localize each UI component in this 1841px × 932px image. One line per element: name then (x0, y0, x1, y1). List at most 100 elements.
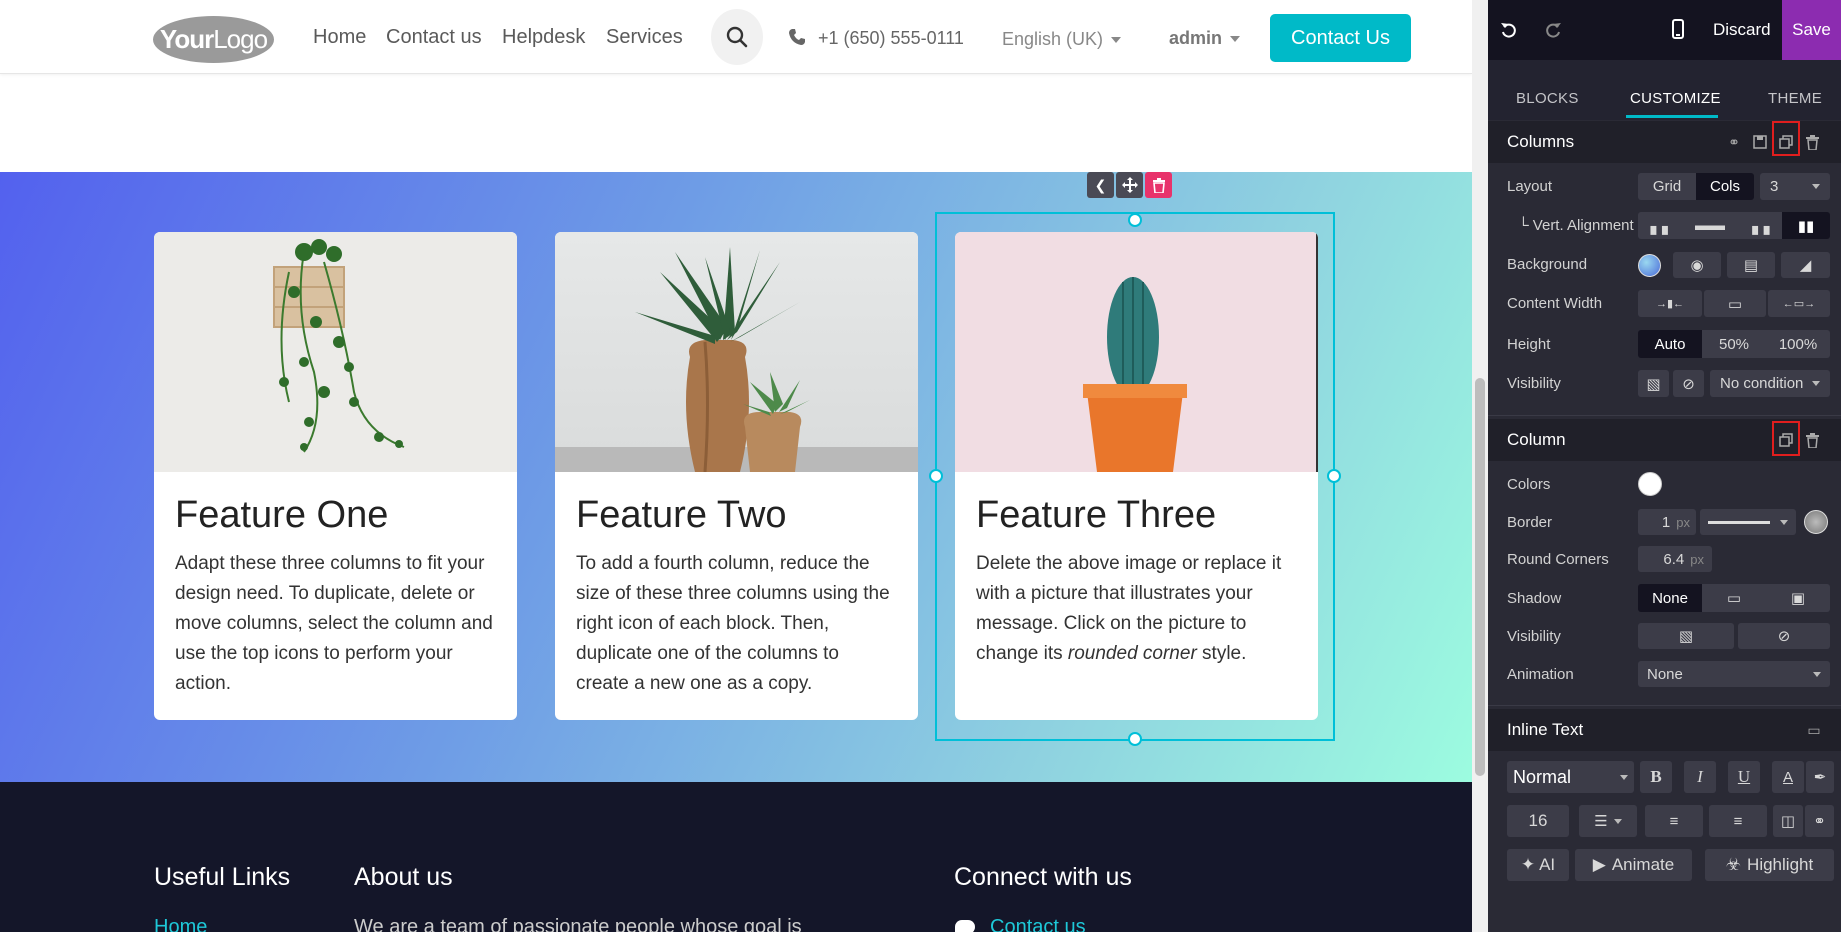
cols-count-select[interactable]: 3 (1760, 173, 1830, 200)
move-left-button[interactable]: ❮ (1087, 172, 1114, 198)
feature-card-two[interactable]: Feature Two To add a fourth column, redu… (555, 232, 918, 720)
drag-move-button[interactable] (1116, 172, 1143, 198)
round-corners-input[interactable]: 6.4 px (1638, 546, 1712, 572)
background-color-swatch[interactable] (1638, 254, 1661, 277)
discard-button[interactable]: Discard (1713, 20, 1771, 40)
font-color-button[interactable]: A (1772, 761, 1804, 793)
preview-scrollbar[interactable] (1472, 0, 1488, 932)
feature-image-plants[interactable] (555, 232, 918, 472)
border-style-select[interactable] (1700, 509, 1796, 535)
border-width-input[interactable]: 1 px (1638, 509, 1696, 535)
nav-services[interactable]: Services (606, 26, 683, 49)
width-small-button[interactable]: →▮← (1638, 290, 1702, 317)
save-button[interactable]: Save (1782, 0, 1841, 60)
delete-column-button[interactable] (1145, 172, 1172, 198)
hide-desktop-button[interactable]: ▧ (1638, 370, 1669, 397)
mobile-preview-icon[interactable] (1672, 19, 1684, 39)
tab-customize[interactable]: CUSTOMIZE (1630, 90, 1721, 107)
numbered-list-button[interactable]: ≡ (1709, 805, 1767, 837)
link-icon[interactable]: ⚭ (1724, 132, 1744, 152)
tab-blocks[interactable]: BLOCKS (1516, 90, 1579, 107)
resize-handle-top[interactable] (1128, 213, 1142, 227)
visibility-condition-select[interactable]: No condition (1710, 370, 1830, 397)
align-top-button[interactable]: ▖▖ (1638, 212, 1686, 239)
search-button[interactable] (711, 9, 763, 65)
animation-select[interactable]: None (1638, 661, 1830, 687)
phone-number[interactable]: +1 (650) 555-0111 (818, 28, 964, 49)
animate-button[interactable]: ▶ Animate (1575, 849, 1692, 881)
trash-icon[interactable] (1802, 132, 1822, 152)
feature-two-title[interactable]: Feature Two (576, 494, 897, 537)
insert-image-button[interactable]: ◫ (1773, 805, 1803, 837)
trash-icon[interactable] (1802, 430, 1822, 450)
nav-helpdesk[interactable]: Helpdesk (502, 26, 585, 49)
feature-image-ivy[interactable] (154, 232, 517, 472)
shadow-label: Shadow (1507, 590, 1562, 607)
resize-handle-bottom[interactable] (1128, 732, 1142, 746)
text-style-select[interactable]: Normal (1507, 761, 1634, 793)
contact-us-button[interactable]: Contact Us (1270, 14, 1411, 62)
underline-button[interactable]: U (1728, 761, 1760, 793)
bold-button[interactable]: B (1640, 761, 1672, 793)
layout-grid-button[interactable]: Grid (1638, 173, 1696, 200)
scrollbar-thumb[interactable] (1475, 378, 1485, 776)
align-select[interactable]: ☰ (1579, 805, 1637, 837)
language-selector[interactable]: English (UK) (1002, 29, 1122, 50)
align-stretch-button[interactable]: ▮▮ (1782, 212, 1830, 239)
ai-button-label: AI (1539, 855, 1556, 874)
nav-contact-us[interactable]: Contact us (386, 26, 482, 49)
font-size-input[interactable]: 16 (1507, 805, 1569, 837)
feature-one-title[interactable]: Feature One (175, 494, 496, 537)
background-label: Background (1507, 256, 1588, 273)
feature-one-text[interactable]: Adapt these three columns to fit your de… (175, 549, 496, 699)
site-logo[interactable]: Your Logo (153, 16, 274, 63)
shadow-none-button[interactable]: None (1638, 584, 1702, 612)
shadow-inset-button[interactable]: ▣ (1766, 584, 1830, 612)
align-bottom-button[interactable]: ▗▗ (1734, 212, 1782, 239)
column-hide-desktop-button[interactable]: ▧ (1638, 623, 1734, 649)
shadow-outset-button[interactable]: ▭ (1702, 584, 1766, 612)
nav-home[interactable]: Home (313, 26, 366, 49)
layout-cols-button[interactable]: Cols (1696, 173, 1754, 200)
feature-two-text[interactable]: To add a fourth column, reduce the size … (576, 549, 897, 699)
footer-contact-link[interactable]: Contact us (990, 916, 1086, 932)
background-image-button[interactable]: ◉ (1673, 252, 1721, 278)
undo-icon[interactable] (1500, 21, 1518, 39)
align-middle-button[interactable]: ▬▬ (1686, 212, 1734, 239)
eraser-icon[interactable]: ▭ (1804, 720, 1824, 740)
border-color-swatch[interactable] (1804, 510, 1828, 534)
save-snippet-icon[interactable] (1750, 132, 1770, 152)
bullet-list-button[interactable]: ≡ (1645, 805, 1703, 837)
height-50-button[interactable]: 50% (1702, 330, 1766, 358)
hide-mobile-button[interactable]: ⊘ (1673, 370, 1704, 397)
ai-button[interactable]: ✦ AI (1507, 849, 1569, 881)
column-hide-mobile-button[interactable]: ⊘ (1738, 623, 1830, 649)
background-shape-button[interactable]: ◢ (1781, 252, 1830, 278)
width-full-button[interactable]: ←▭→ (1768, 290, 1830, 317)
chat-bubble-icon (955, 920, 975, 932)
highlight-button[interactable]: ☣ Highlight (1705, 849, 1834, 881)
background-video-button[interactable]: ▤ (1727, 252, 1775, 278)
align-middle-icon: ▬▬ (1695, 217, 1725, 234)
footer-useful-links-title: Useful Links (154, 863, 291, 891)
resize-handle-right[interactable] (1327, 469, 1341, 483)
monitor-off-icon: ▧ (1678, 628, 1694, 645)
column-color-swatch[interactable] (1638, 472, 1662, 496)
move-icon (1121, 177, 1138, 193)
height-100-button[interactable]: 100% (1766, 330, 1830, 358)
highlight-color-button[interactable]: ✒ (1806, 761, 1834, 793)
resize-handle-left[interactable] (929, 469, 943, 483)
insert-link-button[interactable]: ⚭ (1805, 805, 1834, 837)
columns-section[interactable]: Feature One Adapt these three columns to… (0, 172, 1472, 782)
feature-card-one[interactable]: Feature One Adapt these three columns to… (154, 232, 517, 720)
tab-theme[interactable]: THEME (1768, 90, 1822, 107)
magic-wand-icon: ✦ (1520, 855, 1536, 874)
footer-home-link[interactable]: Home (154, 916, 207, 932)
column-mini-toolbar: ❮ (1087, 172, 1172, 198)
user-menu[interactable]: admin (1169, 28, 1241, 49)
redo-icon[interactable] (1544, 21, 1562, 39)
height-auto-button[interactable]: Auto (1638, 330, 1702, 358)
shadow-outset-icon: ▭ (1726, 590, 1742, 607)
italic-button[interactable]: I (1684, 761, 1716, 793)
width-regular-button[interactable]: ▭ (1704, 290, 1766, 317)
